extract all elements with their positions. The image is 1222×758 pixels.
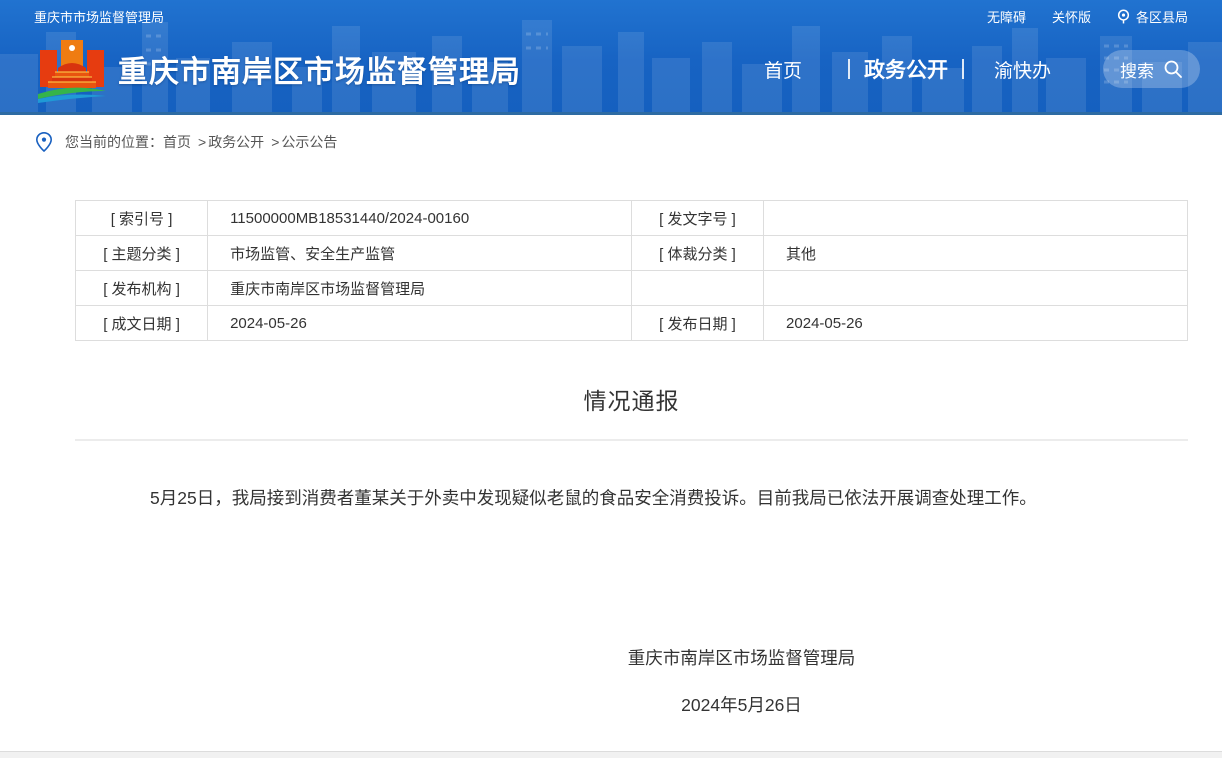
meta-value-genre-category: 其他 <box>764 236 1188 271</box>
meta-value-empty <box>764 271 1188 306</box>
meta-label-publish-date: [ 发布日期 ] <box>631 306 763 341</box>
accessibility-link[interactable]: 无障碍 <box>987 7 1026 26</box>
meta-label-written-date: [ 成文日期 ] <box>76 306 208 341</box>
district-bureaus-link[interactable]: 各区县局 <box>1117 7 1188 26</box>
meta-value-doc-number <box>764 201 1188 236</box>
meta-value-publish-date: 2024-05-26 <box>764 306 1188 341</box>
breadcrumb-separator: > <box>271 134 279 150</box>
topbar-quick-links: 无障碍 关怀版 各区县局 <box>987 7 1188 26</box>
nav-gov-disclosure[interactable]: 政务公开 <box>864 54 948 84</box>
meta-value-written-date: 2024-05-26 <box>208 306 632 341</box>
meta-label-index-number: [ 索引号 ] <box>76 201 208 236</box>
signature-organization: 重庆市南岸区市场监督管理局 <box>185 645 1222 670</box>
header-main: 重庆市南岸区市场监督管理局 首页 政务公开 渝快办 搜索 <box>0 26 1222 112</box>
site-header: 重庆市市场监督管理局 无障碍 关怀版 各区县局 <box>0 0 1222 115</box>
search-icon <box>1163 59 1183 79</box>
signature-block: 重庆市南岸区市场监督管理局 2024年5月26日 <box>185 645 1222 717</box>
table-row: [ 主题分类 ] 市场监管、安全生产监管 [ 体裁分类 ] 其他 <box>76 236 1188 271</box>
meta-value-topic-category: 市场监管、安全生产监管 <box>208 236 632 271</box>
breadcrumb-prefix: 您当前的位置： <box>65 132 163 152</box>
meta-label-issuing-agency: [ 发布机构 ] <box>76 271 208 306</box>
meta-value-index-number: 11500000MB18531440/2024-00160 <box>208 201 632 236</box>
bureau-logo-icon <box>34 35 110 103</box>
nav-home[interactable]: 首页 <box>764 56 802 83</box>
document-body-paragraph: 5月25日，我局接到消费者董某关于外卖中发现疑似老鼠的食品安全消费投诉。目前我局… <box>75 479 1188 517</box>
document-title: 情况通报 <box>75 382 1188 416</box>
title-divider <box>75 439 1188 441</box>
signature-date: 2024年5月26日 <box>185 692 1222 717</box>
search-button-label: 搜索 <box>1120 57 1154 82</box>
breadcrumb-announcements[interactable]: 公示公告 <box>281 132 337 152</box>
breadcrumb-gov-disclosure[interactable]: 政务公开 <box>208 132 264 152</box>
nav-separator <box>962 59 964 79</box>
meta-label-empty <box>631 271 763 306</box>
breadcrumb-separator: > <box>198 134 206 150</box>
meta-label-topic-category: [ 主题分类 ] <box>76 236 208 271</box>
table-row: [ 索引号 ] 11500000MB18531440/2024-00160 [ … <box>76 201 1188 236</box>
meta-label-genre-category: [ 体裁分类 ] <box>631 236 763 271</box>
main-nav: 首页 政务公开 渝快办 搜索 <box>764 50 1200 88</box>
meta-value-issuing-agency: 重庆市南岸区市场监督管理局 <box>208 271 632 306</box>
location-pin-icon <box>1117 9 1130 24</box>
document-meta-table: [ 索引号 ] 11500000MB18531440/2024-00160 [ … <box>75 200 1188 341</box>
breadcrumb-location-pin-icon <box>36 132 52 152</box>
nav-separator <box>848 59 850 79</box>
table-row: [ 成文日期 ] 2024-05-26 [ 发布日期 ] 2024-05-26 <box>76 306 1188 341</box>
topbar-city-bureau-link[interactable]: 重庆市市场监督管理局 <box>34 7 164 26</box>
search-button[interactable]: 搜索 <box>1103 50 1200 88</box>
nav-yukuaiban[interactable]: 渝快办 <box>994 56 1051 83</box>
breadcrumb-home[interactable]: 首页 <box>163 132 191 152</box>
topbar: 重庆市市场监督管理局 无障碍 关怀版 各区县局 <box>0 0 1222 26</box>
breadcrumb: 您当前的位置： 首页 > 政务公开 > 公示公告 <box>36 132 1222 152</box>
meta-label-doc-number: [ 发文字号 ] <box>631 201 763 236</box>
table-row: [ 发布机构 ] 重庆市南岸区市场监督管理局 <box>76 271 1188 306</box>
site-title: 重庆市南岸区市场监督管理局 <box>118 47 521 91</box>
footer-strip <box>0 751 1222 758</box>
care-mode-link[interactable]: 关怀版 <box>1052 7 1091 26</box>
article-container: [ 索引号 ] 11500000MB18531440/2024-00160 [ … <box>75 200 1188 717</box>
